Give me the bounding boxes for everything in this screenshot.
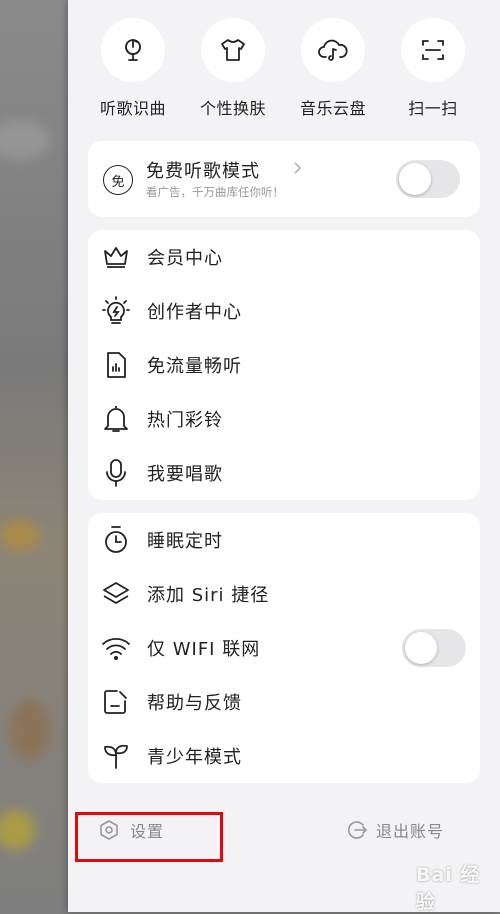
crown-icon bbox=[104, 247, 128, 268]
scan-icon bbox=[422, 40, 444, 60]
bell-icon bbox=[104, 406, 128, 432]
layers-icon bbox=[103, 582, 129, 604]
free-mode-title: 免费听歌模式 bbox=[146, 161, 260, 182]
chevron-right-icon bbox=[294, 162, 302, 174]
baidu-watermark: Bai 经验 bbox=[416, 864, 481, 913]
toggle-knob bbox=[399, 163, 431, 195]
tshirt-icon bbox=[221, 39, 245, 61]
quick-actions: 听歌识曲 个性换肤 音乐云盘 扫一扫 bbox=[68, 0, 500, 128]
cloud-music-icon bbox=[318, 39, 348, 61]
sim-card-icon bbox=[107, 352, 126, 378]
menu-item-siri-shortcut[interactable]: 添加 Siri 捷径 bbox=[88, 567, 480, 621]
menu-item-label: 热门彩铃 bbox=[147, 410, 223, 431]
quick-action-scan[interactable]: 扫一扫 bbox=[383, 18, 483, 119]
menu-item-teen-mode[interactable]: 青少年模式 bbox=[88, 729, 480, 783]
menu-item-label: 会员中心 bbox=[147, 248, 223, 269]
quick-action-cloud[interactable]: 音乐云盘 bbox=[283, 18, 383, 119]
wifi-only-toggle[interactable] bbox=[402, 629, 466, 667]
menu-item-label: 添加 Siri 捷径 bbox=[147, 585, 270, 606]
quick-action-label: 音乐云盘 bbox=[299, 99, 366, 118]
timer-icon bbox=[105, 526, 127, 553]
menu-item-label: 青少年模式 bbox=[147, 747, 242, 768]
menu-item-label: 我要唱歌 bbox=[147, 464, 223, 485]
menu-item-label: 免流量畅听 bbox=[147, 356, 242, 377]
settings-highlight-box bbox=[75, 812, 223, 862]
logout-label: 退出账号 bbox=[376, 822, 445, 841]
logout-button[interactable]: 退出账号 bbox=[346, 818, 444, 842]
menu-item-label: 创作者中心 bbox=[147, 302, 242, 323]
quick-action-label: 个性换肤 bbox=[199, 99, 266, 118]
music-recognition-icon bbox=[125, 39, 141, 61]
menu-group-services: 会员中心 创作者中心 免流量畅听 热门彩铃 我要唱歌 bbox=[88, 230, 480, 500]
menu-item-creator-center[interactable]: 创作者中心 bbox=[88, 284, 480, 338]
menu-group-settings: 睡眠定时 添加 Siri 捷径 仅 WIFI 联网 帮助与反馈 青少年模式 bbox=[88, 513, 480, 783]
quick-action-skin[interactable]: 个性换肤 bbox=[183, 18, 283, 119]
quick-action-music-recognition[interactable]: 听歌识曲 bbox=[83, 18, 183, 119]
sprout-icon bbox=[104, 744, 128, 769]
free-mode-subtitle: 看广告，千万曲库任你听！ bbox=[146, 185, 284, 199]
menu-item-wifi-only[interactable]: 仅 WIFI 联网 bbox=[88, 621, 480, 675]
menu-item-vip-center[interactable]: 会员中心 bbox=[88, 230, 480, 284]
menu-item-ringtone[interactable]: 热门彩铃 bbox=[88, 392, 480, 446]
menu-item-help-feedback[interactable]: 帮助与反馈 bbox=[88, 675, 480, 729]
toggle-knob bbox=[405, 632, 437, 664]
free-mode-toggle[interactable] bbox=[396, 160, 460, 198]
quick-action-label: 听歌识曲 bbox=[99, 99, 166, 118]
menu-item-label: 帮助与反馈 bbox=[147, 693, 242, 714]
background-app bbox=[0, 0, 70, 912]
menu-item-sing[interactable]: 我要唱歌 bbox=[88, 446, 480, 500]
lightbulb-icon bbox=[102, 296, 130, 324]
menu-item-label: 睡眠定时 bbox=[147, 531, 223, 552]
menu-item-label: 仅 WIFI 联网 bbox=[147, 639, 261, 660]
menu-item-sleep-timer[interactable]: 睡眠定时 bbox=[88, 513, 480, 567]
wifi-icon bbox=[102, 637, 130, 661]
microphone-icon bbox=[106, 459, 126, 487]
menu-item-data-free[interactable]: 免流量畅听 bbox=[88, 338, 480, 392]
quick-action-label: 扫一扫 bbox=[408, 99, 458, 118]
logout-icon bbox=[348, 821, 368, 839]
free-mode-card[interactable]: 免 免费听歌模式 看广告，千万曲库任你听！ bbox=[88, 141, 480, 217]
feedback-icon bbox=[104, 690, 127, 714]
side-drawer: 听歌识曲 个性换肤 音乐云盘 扫一扫 免 免费听歌模式 看广告，千万曲库任你听！… bbox=[68, 0, 500, 913]
free-icon: 免 bbox=[103, 165, 133, 195]
